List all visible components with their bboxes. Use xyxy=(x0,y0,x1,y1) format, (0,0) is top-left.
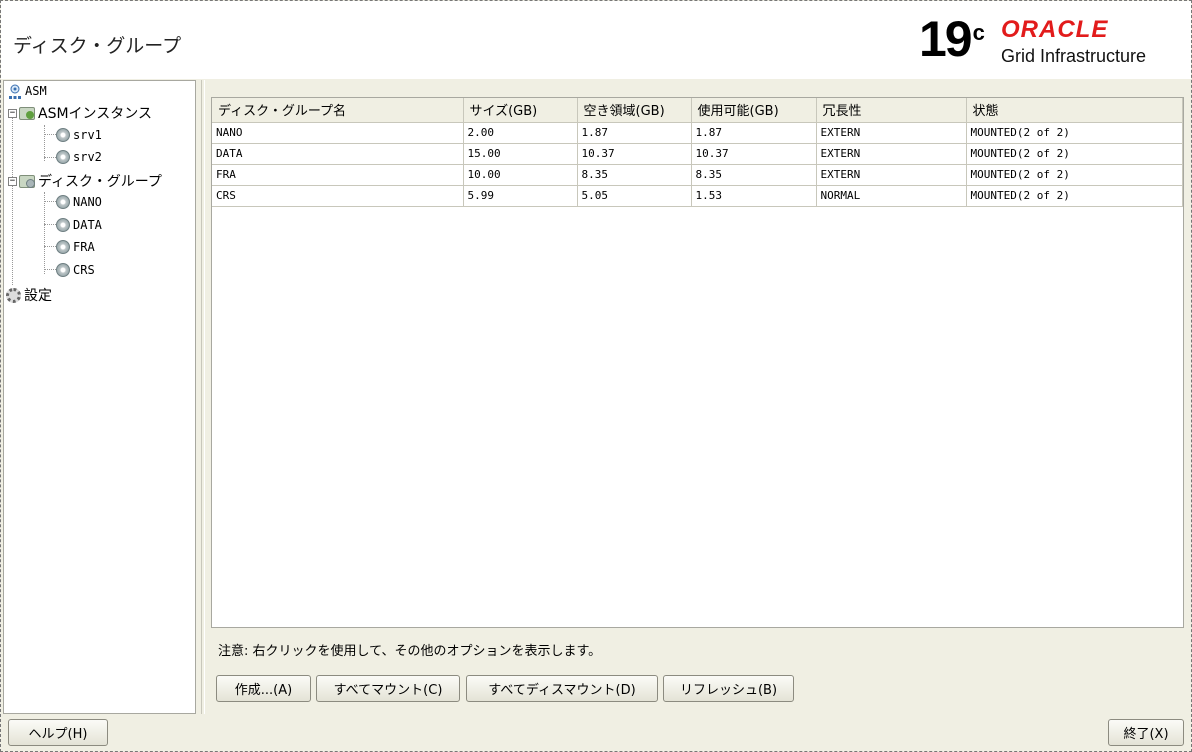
page-title: ディスク・グループ xyxy=(13,35,182,57)
tree-node-label: srv2 xyxy=(73,150,102,164)
mount-all-button[interactable]: すべてマウント(C) xyxy=(316,675,460,702)
cell-name: NANO xyxy=(212,122,464,144)
tree-connector xyxy=(44,224,56,225)
tree-node-asm-instances[interactable]: − ASMインスタンス xyxy=(8,103,152,123)
instance-folder-icon xyxy=(19,106,35,120)
gear-icon xyxy=(6,287,21,303)
cell-usable: 1.87 xyxy=(691,122,817,144)
cell-size: 5.99 xyxy=(463,185,578,207)
product-name: Grid Infrastructure xyxy=(1001,46,1147,66)
disk-group-grid: ディスク・グループ名 サイズ(GB) 空き領域(GB) 使用可能(GB) 冗長性… xyxy=(212,98,1183,207)
tree-node-nano[interactable]: NANO xyxy=(56,192,102,212)
tree-node-label: ASM xyxy=(25,84,47,98)
version-suffix: c xyxy=(972,20,985,45)
cell-usable: 1.53 xyxy=(691,185,817,207)
cell-free: 8.35 xyxy=(577,164,692,186)
table-row[interactable]: NANO 2.00 1.87 1.87 EXTERN MOUNTED(2 of … xyxy=(212,122,1183,144)
column-header-redundancy[interactable]: 冗長性 xyxy=(816,98,967,123)
panel-splitter[interactable] xyxy=(201,80,205,714)
tree-node-disk-groups[interactable]: − ディスク・グループ xyxy=(8,171,162,191)
cell-state: MOUNTED(2 of 2) xyxy=(966,164,1183,186)
tree-node-label: FRA xyxy=(73,240,95,254)
table-row[interactable]: CRS 5.99 5.05 1.53 NORMAL MOUNTED(2 of 2… xyxy=(212,185,1183,207)
cell-size: 10.00 xyxy=(463,164,578,186)
tree-connector xyxy=(12,109,13,285)
version-main: 19 xyxy=(919,11,973,67)
collapse-icon[interactable]: − xyxy=(8,108,17,118)
instance-icon xyxy=(56,150,70,164)
header-banner: ディスク・グループ 19c ORACLE Grid Infrastructure xyxy=(1,1,1191,79)
navigation-tree[interactable]: ASM − ASMインスタンス srv1 srv2 − ディスク・グループ NA… xyxy=(3,80,196,714)
tree-node-label: 設定 xyxy=(24,288,52,304)
diskgroup-icon xyxy=(56,218,70,232)
column-header-size[interactable]: サイズ(GB) xyxy=(463,98,578,123)
collapse-icon[interactable]: − xyxy=(8,176,17,186)
tree-node-label: NANO xyxy=(73,195,102,209)
tree-node-settings[interactable]: 設定 xyxy=(6,285,52,305)
oracle-logo: ORACLE xyxy=(1001,16,1109,43)
cell-redundancy: EXTERN xyxy=(816,122,967,144)
tree-connector xyxy=(44,201,56,202)
tree-connector xyxy=(44,246,56,247)
tree-node-srv2[interactable]: srv2 xyxy=(56,147,102,167)
instance-icon xyxy=(56,128,70,142)
cell-state: MOUNTED(2 of 2) xyxy=(966,185,1183,207)
cell-free: 5.05 xyxy=(577,185,692,207)
version-number: 19c xyxy=(919,9,985,69)
tree-node-label: DATA xyxy=(73,218,102,232)
table-row[interactable]: FRA 10.00 8.35 8.35 EXTERN MOUNTED(2 of … xyxy=(212,164,1183,186)
cell-name: FRA xyxy=(212,164,464,186)
tree-node-label: ASMインスタンス xyxy=(38,106,152,122)
tree-node-crs[interactable]: CRS xyxy=(56,260,95,280)
tree-connector xyxy=(44,157,56,158)
diskgroup-icon xyxy=(56,195,70,209)
tree-node-label: ディスク・グループ xyxy=(38,174,162,190)
column-header-free[interactable]: 空き領域(GB) xyxy=(577,98,692,123)
cell-free: 1.87 xyxy=(577,122,692,144)
cell-size: 15.00 xyxy=(463,143,578,165)
help-button[interactable]: ヘルプ(H) xyxy=(8,719,108,746)
column-header-name[interactable]: ディスク・グループ名 xyxy=(212,98,464,123)
cell-state: MOUNTED(2 of 2) xyxy=(966,143,1183,165)
tree-node-asm[interactable]: ASM xyxy=(8,81,47,101)
column-header-usable[interactable]: 使用可能(GB) xyxy=(691,98,817,123)
cell-name: DATA xyxy=(212,143,464,165)
diskgroup-icon xyxy=(56,240,70,254)
dismount-all-button[interactable]: すべてディスマウント(D) xyxy=(466,675,658,702)
asm-icon xyxy=(8,84,22,99)
table-row[interactable]: DATA 15.00 10.37 10.37 EXTERN MOUNTED(2 … xyxy=(212,143,1183,165)
column-header-state[interactable]: 状態 xyxy=(966,98,1183,123)
tree-node-srv1[interactable]: srv1 xyxy=(56,125,102,145)
exit-button[interactable]: 終了(X) xyxy=(1108,719,1184,746)
tree-connector xyxy=(44,134,56,135)
diskgroup-folder-icon xyxy=(19,174,35,188)
refresh-button[interactable]: リフレッシュ(B) xyxy=(663,675,794,702)
tree-node-label: CRS xyxy=(73,263,95,277)
diskgroup-icon xyxy=(56,263,70,277)
cell-usable: 8.35 xyxy=(691,164,817,186)
cell-redundancy: EXTERN xyxy=(816,164,967,186)
tree-node-data[interactable]: DATA xyxy=(56,215,102,235)
cell-free: 10.37 xyxy=(577,143,692,165)
cell-redundancy: EXTERN xyxy=(816,143,967,165)
cell-name: CRS xyxy=(212,185,464,207)
cell-size: 2.00 xyxy=(463,122,578,144)
cell-state: MOUNTED(2 of 2) xyxy=(966,122,1183,144)
tree-connector xyxy=(44,125,45,161)
table-header-row: ディスク・グループ名 サイズ(GB) 空き領域(GB) 使用可能(GB) 冗長性… xyxy=(212,98,1183,123)
tree-connector xyxy=(44,269,56,270)
disk-group-table[interactable]: ディスク・グループ名 サイズ(GB) 空き領域(GB) 使用可能(GB) 冗長性… xyxy=(211,97,1184,628)
tree-node-fra[interactable]: FRA xyxy=(56,237,95,257)
tree-node-label: srv1 xyxy=(73,128,102,142)
hint-text: 注意: 右クリックを使用して、その他のオプションを表示します。 xyxy=(218,644,602,659)
cell-usable: 10.37 xyxy=(691,143,817,165)
create-button[interactable]: 作成...(A) xyxy=(216,675,311,702)
cell-redundancy: NORMAL xyxy=(816,185,967,207)
tree-connector xyxy=(44,192,45,274)
